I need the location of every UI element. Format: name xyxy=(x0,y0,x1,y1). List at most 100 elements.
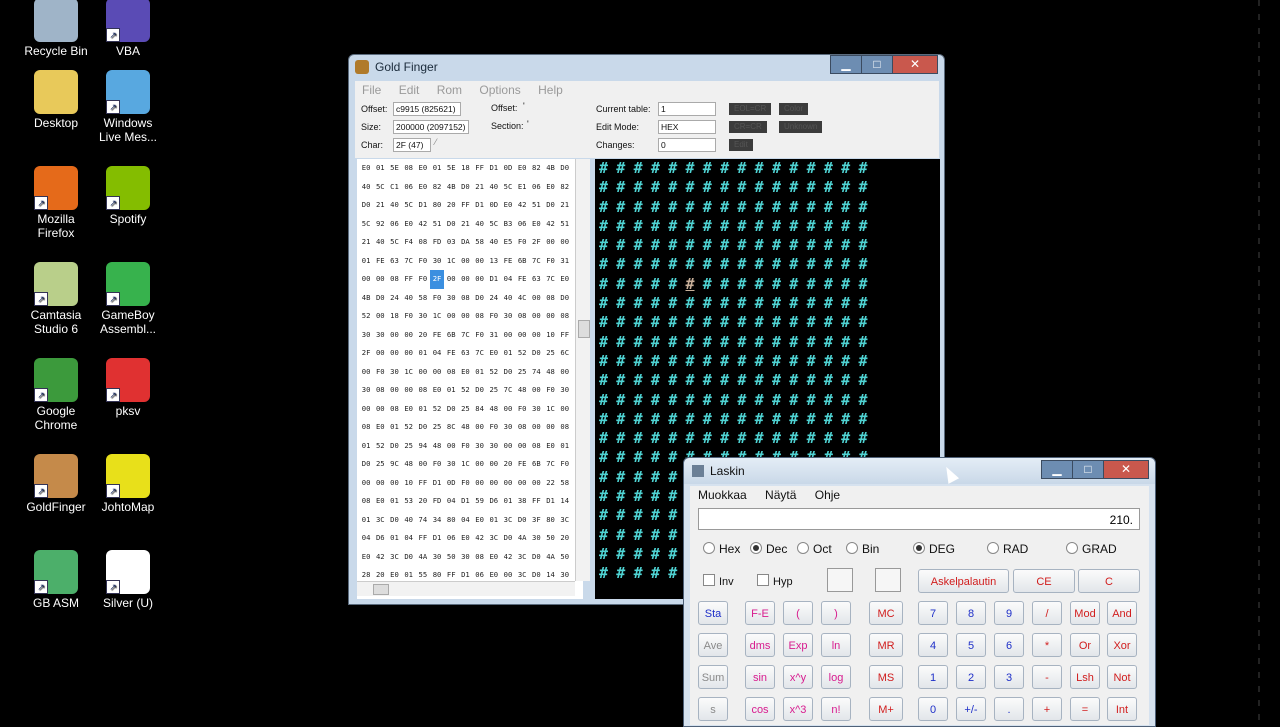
hex-byte[interactable]: 7C xyxy=(543,270,557,289)
hex-byte[interactable]: 00 xyxy=(529,381,543,400)
text-char[interactable]: # xyxy=(668,217,685,236)
text-char[interactable]: # xyxy=(772,391,789,410)
calc-key-log[interactable]: log xyxy=(821,665,851,689)
hex-byte[interactable]: B3 xyxy=(501,215,515,234)
menu-nayta[interactable]: Näytä xyxy=(765,488,796,502)
hex-byte[interactable]: 1C xyxy=(543,400,557,419)
calc-key-sin[interactable]: sin xyxy=(745,665,775,689)
text-char[interactable]: # xyxy=(737,275,754,294)
text-char[interactable]: # xyxy=(616,371,633,390)
text-char[interactable]: # xyxy=(685,294,702,313)
ce-button[interactable]: CE xyxy=(1013,569,1075,593)
text-char[interactable]: # xyxy=(772,352,789,371)
hex-byte[interactable]: D0 xyxy=(359,196,373,215)
hex-byte[interactable]: 03 xyxy=(444,233,458,252)
hex-byte[interactable]: 3C xyxy=(558,511,572,530)
hex-byte[interactable]: 1C xyxy=(402,363,416,382)
calc-key-n[interactable]: n! xyxy=(821,697,851,721)
hex-byte[interactable]: 48 xyxy=(515,381,529,400)
calc-key-8[interactable]: 8 xyxy=(956,601,986,625)
text-char[interactable]: # xyxy=(841,371,858,390)
text-char[interactable]: # xyxy=(703,352,720,371)
hex-byte[interactable]: 00 xyxy=(444,437,458,456)
hex-byte[interactable]: 1C xyxy=(430,307,444,326)
text-char[interactable]: # xyxy=(807,352,824,371)
hex-byte[interactable]: 08 xyxy=(359,492,373,511)
hex-byte[interactable]: 30 xyxy=(359,381,373,400)
desktop-icon-gbasm[interactable]: ↗ GB ASM xyxy=(20,550,92,610)
hex-byte[interactable]: 3C xyxy=(515,548,529,567)
hex-byte[interactable]: 4B xyxy=(543,159,557,178)
edit-mode-field[interactable]: HEX xyxy=(658,120,716,134)
radio-oct[interactable]: Oct xyxy=(797,542,832,556)
text-char[interactable]: # xyxy=(703,217,720,236)
text-char[interactable]: # xyxy=(789,159,806,178)
hex-byte[interactable]: E0 xyxy=(487,548,501,567)
hex-byte[interactable]: 08 xyxy=(387,270,401,289)
text-char[interactable]: # xyxy=(807,159,824,178)
menu-rom[interactable]: Rom xyxy=(437,83,462,97)
text-char[interactable]: # xyxy=(841,313,858,332)
hex-byte[interactable]: 14 xyxy=(558,492,572,511)
hex-byte[interactable]: 01 xyxy=(558,437,572,456)
hex-byte[interactable]: 1C xyxy=(444,252,458,271)
desktop-icon-vba[interactable]: ↗ VBA xyxy=(92,0,164,58)
calc-key-ave[interactable]: Ave xyxy=(698,633,728,657)
maximize-button[interactable]: □ xyxy=(861,55,893,74)
desktop-icon-recycle-bin[interactable]: Recycle Bin xyxy=(20,0,92,58)
hex-byte[interactable]: 01 xyxy=(387,418,401,437)
text-char[interactable]: # xyxy=(685,236,702,255)
text-char[interactable]: # xyxy=(858,217,875,236)
hex-byte[interactable]: 00 xyxy=(529,326,543,345)
close-button[interactable]: ✕ xyxy=(892,55,938,74)
hex-byte[interactable]: 50 xyxy=(444,548,458,567)
text-char[interactable]: # xyxy=(599,159,616,178)
text-char[interactable]: # xyxy=(737,294,754,313)
hex-byte[interactable]: E1 xyxy=(515,178,529,197)
text-char[interactable]: # xyxy=(858,275,875,294)
hex-byte[interactable]: 00 xyxy=(473,252,487,271)
text-char[interactable]: # xyxy=(703,294,720,313)
text-char[interactable]: # xyxy=(685,313,702,332)
hex-byte[interactable]: 30 xyxy=(529,400,543,419)
text-char[interactable]: # xyxy=(685,255,702,274)
hex-byte[interactable]: F0 xyxy=(430,289,444,308)
hex-byte[interactable]: 40 xyxy=(387,196,401,215)
text-char[interactable]: # xyxy=(651,564,668,583)
text-char[interactable]: # xyxy=(858,294,875,313)
hex-byte[interactable]: 01 xyxy=(387,529,401,548)
text-char[interactable]: # xyxy=(720,391,737,410)
hex-byte[interactable]: F0 xyxy=(543,381,557,400)
hex-byte[interactable]: 00 xyxy=(444,270,458,289)
hex-byte[interactable]: 6B xyxy=(515,252,529,271)
text-char[interactable]: # xyxy=(755,391,772,410)
text-char[interactable]: # xyxy=(668,159,685,178)
text-char[interactable]: # xyxy=(651,217,668,236)
hex-byte[interactable]: 58 xyxy=(558,474,572,493)
hex-byte[interactable]: FF xyxy=(416,474,430,493)
hex-byte[interactable]: 00 xyxy=(501,326,515,345)
hex-byte[interactable]: 01 xyxy=(430,159,444,178)
hex-byte[interactable]: F0 xyxy=(416,252,430,271)
hex-byte[interactable]: 42 xyxy=(543,215,557,234)
text-char[interactable]: # xyxy=(737,391,754,410)
hyp-checkbox[interactable]: Hyp xyxy=(757,574,793,589)
text-char[interactable]: # xyxy=(599,506,616,525)
text-char[interactable]: # xyxy=(634,448,651,467)
hex-byte[interactable]: 25 xyxy=(458,400,472,419)
goldfinger-titlebar[interactable]: Gold Finger ▁ □ ✕ xyxy=(349,55,944,79)
hex-byte[interactable]: 00 xyxy=(529,307,543,326)
text-char[interactable]: # xyxy=(807,236,824,255)
hex-byte[interactable]: 00 xyxy=(543,307,557,326)
text-char[interactable]: # xyxy=(616,294,633,313)
text-char[interactable]: # xyxy=(737,410,754,429)
text-char[interactable]: # xyxy=(841,410,858,429)
text-char[interactable]: # xyxy=(616,448,633,467)
text-char[interactable]: # xyxy=(772,255,789,274)
text-char[interactable]: # xyxy=(685,371,702,390)
text-char[interactable]: # xyxy=(651,275,668,294)
hex-byte[interactable]: 82 xyxy=(558,178,572,197)
text-char[interactable]: # xyxy=(599,333,616,352)
text-char[interactable]: # xyxy=(858,178,875,197)
hex-byte[interactable]: E0 xyxy=(515,159,529,178)
